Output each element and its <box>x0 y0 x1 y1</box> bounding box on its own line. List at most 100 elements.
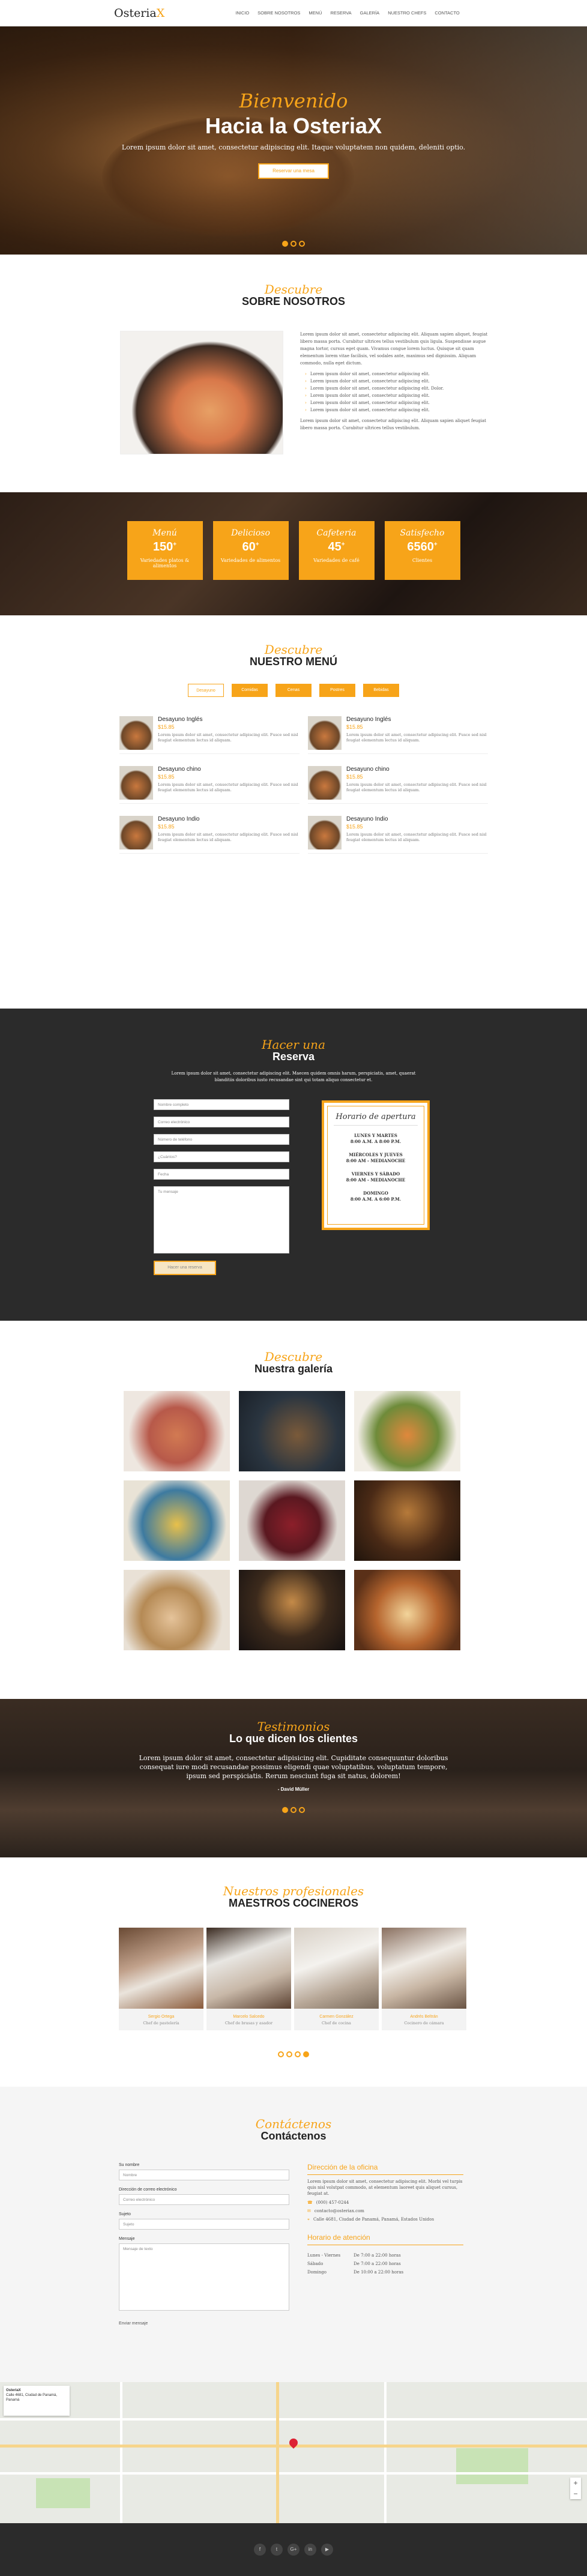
gallery-image[interactable] <box>239 1570 345 1650</box>
nav-reserva[interactable]: Reserva <box>331 10 352 16</box>
chef-card[interactable]: Marcelo Salcedo Chef de brasas y asador <box>206 1928 291 2030</box>
chef-card[interactable]: Carmen González Chef de cocina <box>294 1928 379 2030</box>
menu-items: Desayuno Inglés $15.85 Lorem ipsum dolor s… <box>119 716 587 854</box>
gallery-section: Descubre Nuestra galería <box>0 1321 587 1699</box>
menu-item-image <box>119 766 153 800</box>
email-label: Dirección de correo electrónico <box>119 2188 177 2192</box>
contact-name-field[interactable]: Nombre <box>119 2170 289 2180</box>
slider-dot[interactable] <box>278 2051 284 2057</box>
site-logo[interactable]: OsteriaX <box>114 7 164 20</box>
hero-kicker: Bienvenido <box>239 89 348 112</box>
email-field[interactable]: Correo electrónico <box>154 1117 289 1127</box>
list-item: Lorem ipsum dolor sit amet, consectetur … <box>305 385 490 392</box>
date-field[interactable]: Fecha <box>154 1169 289 1180</box>
slider-dot[interactable] <box>299 1807 305 1813</box>
name-field[interactable]: Nombre completo <box>154 1099 289 1110</box>
menu-item-image <box>308 766 342 800</box>
menu-item[interactable]: Desayuno Indio $15.85 Lorem ipsum dolor si… <box>119 816 300 854</box>
slider-dot[interactable] <box>295 2051 301 2057</box>
section-kicker: Nuestros profesionales <box>223 1884 364 1898</box>
map-info-card: OsteriaX Calle 4681, Ciudad de Panamá, Pa… <box>4 2386 70 2416</box>
gallery-image[interactable] <box>124 1391 230 1471</box>
about-paragraph: Lorem ipsum dolor sit amet, consectetur … <box>300 418 486 430</box>
zoom-out-button[interactable]: − <box>570 2488 581 2499</box>
chef-photo <box>119 1928 203 2009</box>
twitter-icon[interactable]: t <box>271 2544 283 2556</box>
menu-item[interactable]: Desayuno Inglés $15.85 Lorem ipsum dolor s… <box>119 716 300 754</box>
contact-message-field[interactable]: Mensaje de texto <box>119 2243 289 2311</box>
chef-photo <box>382 1928 466 2009</box>
testimonial-dots <box>0 1805 587 1816</box>
nav-sobre-nosotros[interactable]: Sobre nosotros <box>257 10 300 16</box>
section-kicker: Testimonios <box>257 1719 330 1734</box>
location-map[interactable]: OsteriaX Calle 4681, Ciudad de Panamá, Pa… <box>0 2382 587 2523</box>
menu-item-image <box>119 716 153 750</box>
office-info: Dirección de la oficina Lorem ipsum dolo… <box>307 2163 463 2330</box>
tab-comidas[interactable]: Comidas <box>232 684 268 697</box>
menu-item[interactable]: Desayuno Inglés $15.85 Lorem ipsum dolor s… <box>308 716 488 754</box>
list-item: Lorem ipsum dolor sit amet, consectetur … <box>305 370 490 378</box>
section-title: Lo que dicen los clientes <box>229 1733 358 1745</box>
nav-galeria[interactable]: Galería <box>360 10 380 16</box>
gallery-image[interactable] <box>239 1391 345 1471</box>
chef-card[interactable]: Andrés Beltrán Cocinero de cámara <box>382 1928 466 2030</box>
stats-section: Menú 150+ Variedades platos & alimentos De… <box>0 492 587 615</box>
menu-item[interactable]: Desayuno Indio $15.85 Lorem ipsum dolor si… <box>308 816 488 854</box>
phone-field[interactable]: Número de teléfono <box>154 1134 289 1145</box>
reservation-form: Nombre completo Correo electrónico Númer… <box>154 1099 289 1275</box>
contact-subject-field[interactable]: Sujeto <box>119 2219 289 2230</box>
menu-item[interactable]: Desayuno chino $15.85 Lorem ipsum dolor si… <box>119 766 300 804</box>
chef-card[interactable]: Sergio Ortega Chef de pastelería <box>119 1928 203 2030</box>
menu-item-image <box>119 816 153 849</box>
contact-email-field[interactable]: Correo electrónico <box>119 2194 289 2205</box>
tab-cenas[interactable]: Cenas <box>275 684 312 697</box>
slider-dot[interactable] <box>303 2051 309 2057</box>
list-item: Lorem ipsum dolor sit amet, consectetur … <box>305 399 490 406</box>
about-list: Lorem ipsum dolor sit amet, consectetur … <box>305 370 490 414</box>
linkedin-icon[interactable]: in <box>304 2544 316 2556</box>
make-reservation-button[interactable]: Hacer una reserva <box>154 1261 216 1275</box>
youtube-icon[interactable]: ▶ <box>321 2544 333 2556</box>
service-hours-table: Lunes - Viernes De 7:00 a 22:00 horas Sáb… <box>307 2253 404 2275</box>
guests-select[interactable]: ¿Cuántos? <box>154 1151 289 1162</box>
reserve-table-button[interactable]: Reservar una mesa <box>258 163 329 179</box>
slider-dot[interactable] <box>290 241 297 247</box>
send-message-button[interactable]: Enviar mensaje <box>119 2318 155 2330</box>
nav-menu[interactable]: Menú <box>309 10 322 16</box>
menu-section: Descubre Nuestro menú Desayuno Comidas C… <box>0 615 587 1009</box>
reservation-intro: Lorem ipsum dolor sit amet, consectetur … <box>171 1071 416 1082</box>
message-field[interactable]: Tu mensaje <box>154 1186 289 1253</box>
nav-chefs[interactable]: Nuestro chefs <box>388 10 426 16</box>
gallery-image[interactable] <box>124 1570 230 1650</box>
chefs-dots <box>0 2050 587 2060</box>
menu-item[interactable]: Desayuno chino $15.85 Lorem ipsum dolor si… <box>308 766 488 804</box>
gallery-image[interactable] <box>124 1480 230 1561</box>
main-menu: Inicio Sobre nosotros Menú Reserva Galer… <box>235 10 460 16</box>
name-label: Su nombre <box>119 2163 140 2167</box>
nav-inicio[interactable]: Inicio <box>235 10 249 16</box>
tab-postres[interactable]: Postres <box>319 684 355 697</box>
gallery-image[interactable] <box>354 1391 460 1471</box>
facebook-icon[interactable]: f <box>254 2544 266 2556</box>
slider-dot[interactable] <box>282 241 288 247</box>
tab-desayuno[interactable]: Desayuno <box>188 684 224 697</box>
subject-label: Sujeto <box>119 2212 131 2216</box>
top-navbar: OsteriaX Inicio Sobre nosotros Menú Rese… <box>0 0 587 26</box>
gallery-image[interactable] <box>354 1570 460 1650</box>
slider-dot[interactable] <box>286 2051 292 2057</box>
about-section: Descubre Sobre nosotros Lorem ipsum dolo… <box>0 255 587 492</box>
tab-bebidas[interactable]: Bebidas <box>363 684 399 697</box>
slider-dot[interactable] <box>290 1807 297 1813</box>
nav-contacto[interactable]: Contacto <box>435 10 459 16</box>
opening-hours-card: Horario de apertura LUNES Y MARTES 8:00 A… <box>322 1100 430 1230</box>
zoom-in-button[interactable]: + <box>570 2478 581 2488</box>
google-plus-icon[interactable]: G+ <box>287 2544 300 2556</box>
gallery-image[interactable] <box>239 1480 345 1561</box>
slider-dot[interactable] <box>282 1807 288 1813</box>
menu-item-image <box>308 816 342 849</box>
slider-dot[interactable] <box>299 241 305 247</box>
map-zoom-control: + − <box>570 2478 581 2499</box>
gallery-image[interactable] <box>354 1480 460 1561</box>
hero-text: Lorem ipsum dolor sit amet, consectetur … <box>121 143 466 151</box>
chef-photo <box>206 1928 291 2009</box>
